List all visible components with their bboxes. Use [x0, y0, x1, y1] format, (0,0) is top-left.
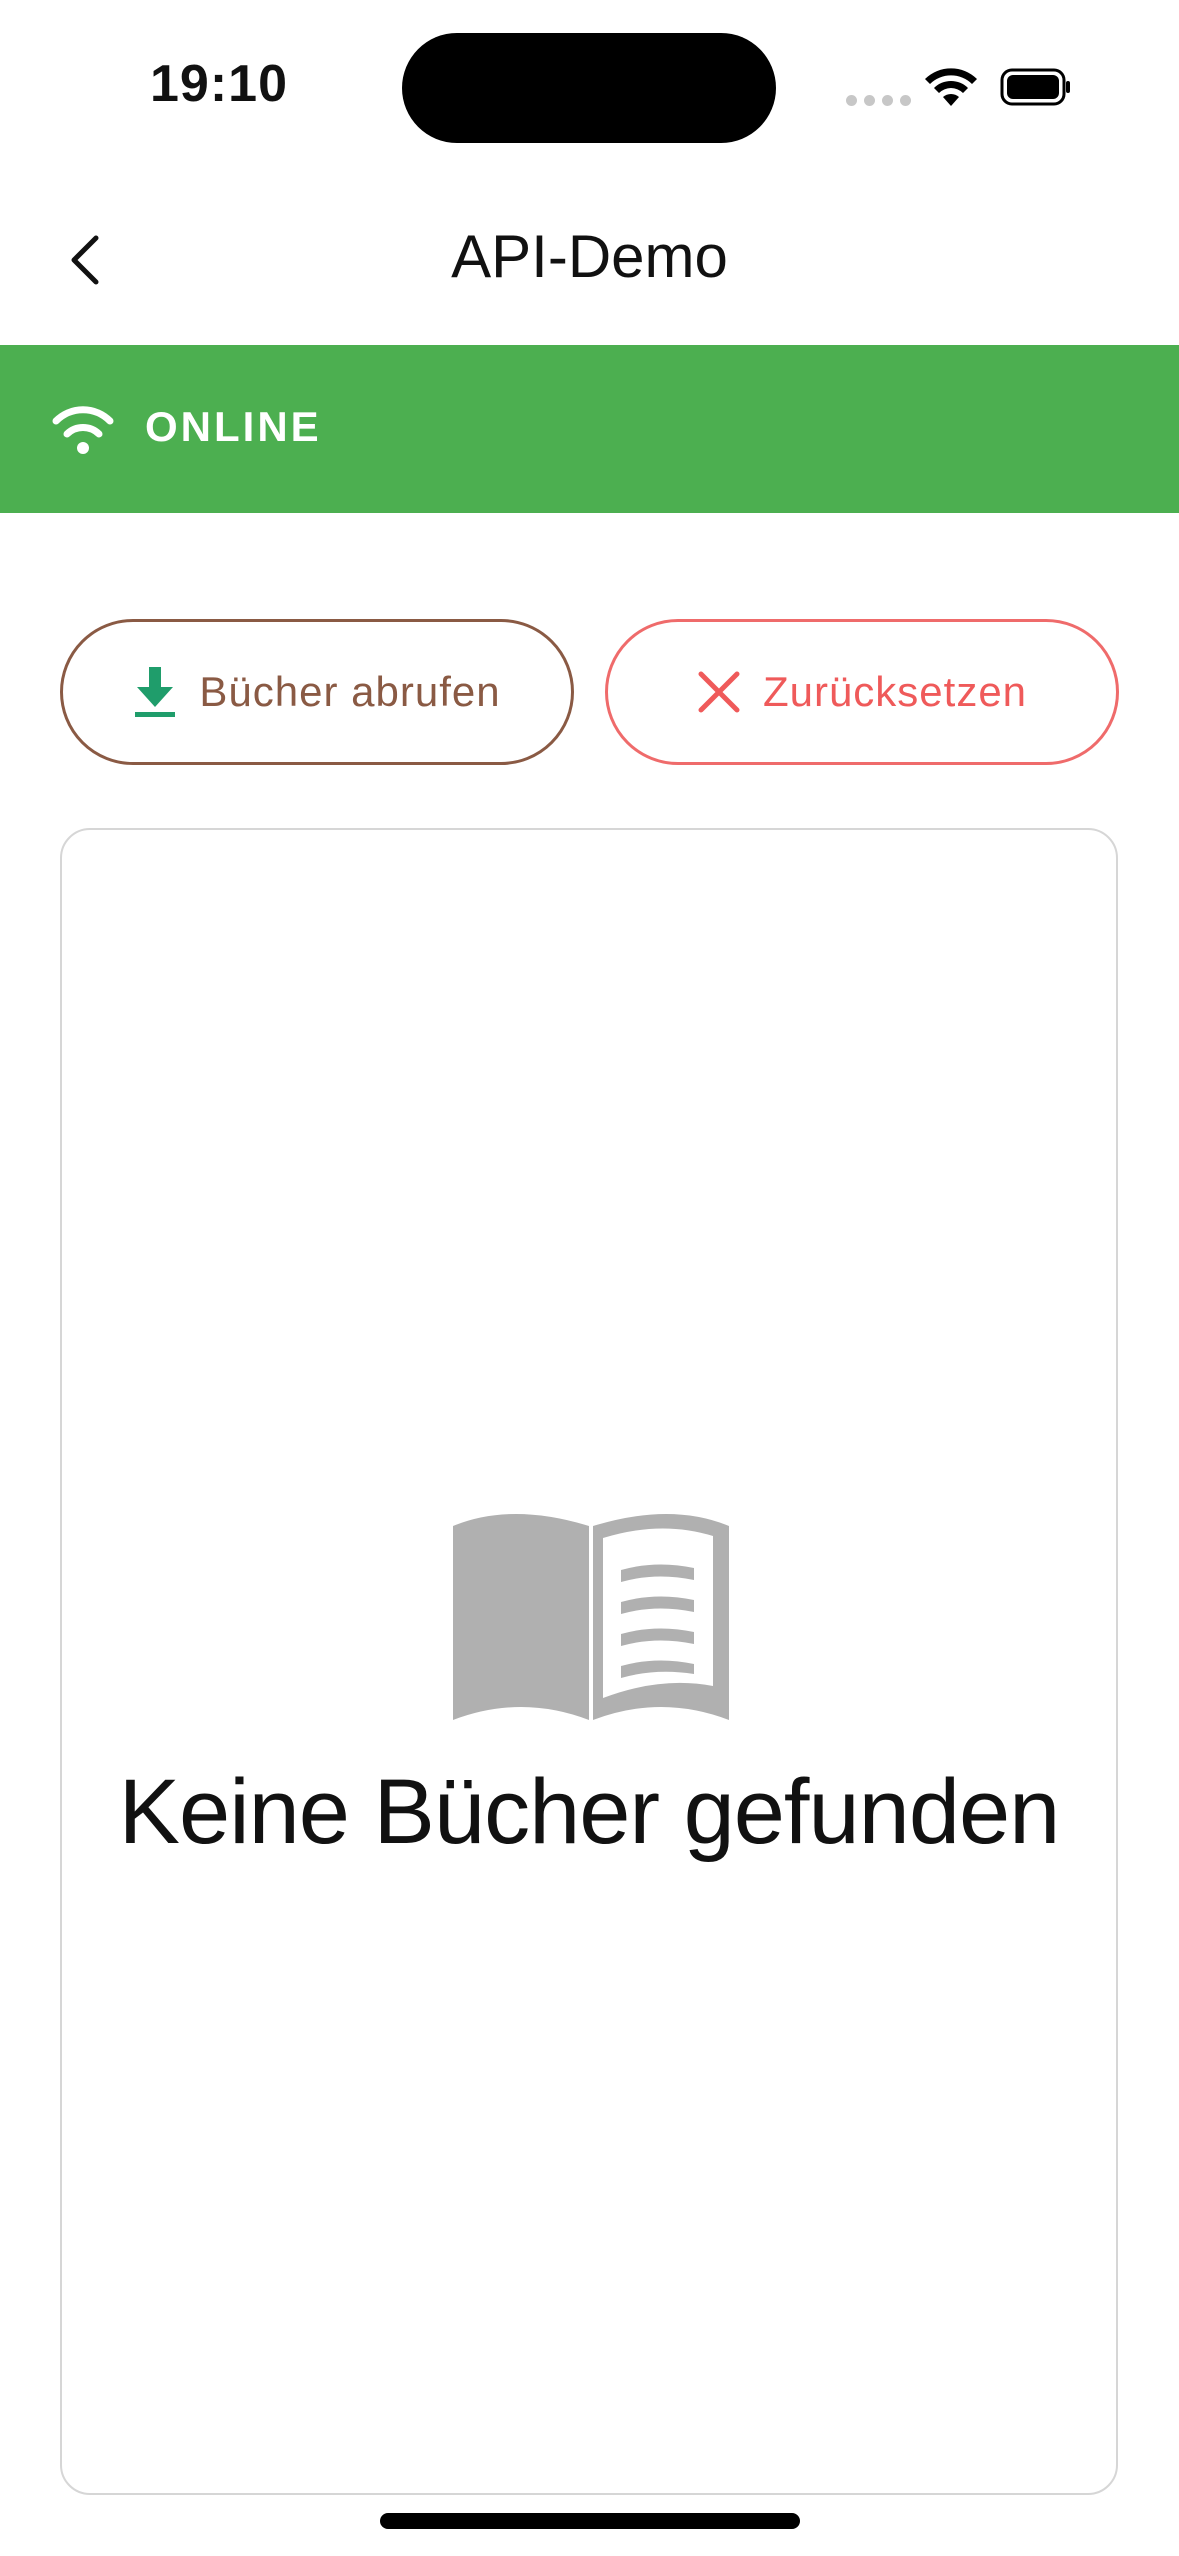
empty-state-message: Keine Bücher gefunden — [118, 1761, 1061, 1863]
books-list-container: Keine Bücher gefunden — [60, 828, 1118, 2495]
battery-icon — [1000, 68, 1070, 106]
wifi-icon — [925, 68, 977, 106]
status-time: 19:10 — [150, 55, 288, 113]
close-icon — [697, 670, 741, 714]
fetch-books-button[interactable]: Bücher abrufen — [60, 619, 574, 765]
status-bar: 19:10 — [0, 0, 1179, 170]
cellular-dots-icon — [846, 95, 911, 106]
navigation-bar: API-Demo — [0, 170, 1179, 345]
connection-status-label: ONLINE — [145, 403, 322, 450]
reset-button[interactable]: Zurücksetzen — [605, 619, 1119, 765]
open-book-icon — [453, 1514, 729, 1720]
download-icon — [133, 665, 177, 719]
reset-label: Zurücksetzen — [762, 668, 1028, 715]
dynamic-island — [402, 33, 776, 143]
connection-status-banner: ONLINE — [0, 345, 1179, 513]
fetch-books-label: Bücher abrufen — [199, 668, 501, 715]
page-title: API-Demo — [451, 223, 728, 290]
wifi-icon — [52, 406, 114, 454]
home-indicator[interactable] — [380, 2513, 800, 2529]
